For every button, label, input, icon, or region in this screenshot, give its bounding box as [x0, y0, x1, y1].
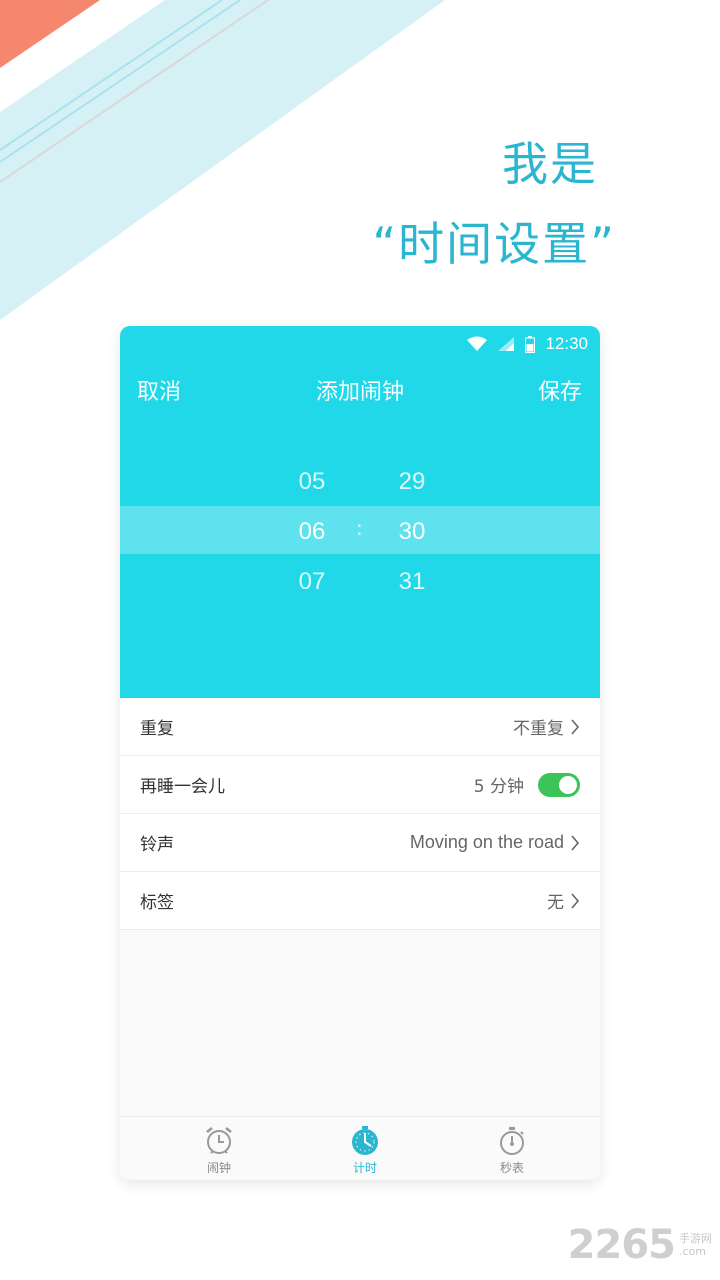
battery-icon: [525, 335, 536, 353]
promo-heading-line2: “时间设置”: [372, 217, 616, 271]
save-button[interactable]: 保存: [538, 374, 582, 406]
tag-value-text: 无: [547, 893, 564, 913]
ringtone-value: Moving on the road: [410, 832, 580, 853]
minute-selected[interactable]: 30: [382, 518, 442, 546]
snooze-value-text: 5 分钟: [473, 777, 524, 797]
signal-icon: [497, 336, 515, 352]
bottom-tab-bar: 闹钟 计时 秒表: [120, 1116, 600, 1180]
watermark-sub: 手游网 .com: [679, 1232, 712, 1258]
tab-alarm-label: 闹钟: [206, 1161, 231, 1175]
minute-option[interactable]: 31: [382, 568, 442, 596]
site-watermark: 2265 手游网 .com: [568, 1222, 712, 1268]
repeat-label: 重复: [140, 719, 174, 739]
phone-screen: 12:30 取消 添加闹钟 保存 05 06 07 : 29 30 31 重复 …: [120, 326, 600, 1180]
alarm-header: 12:30 取消 添加闹钟 保存 05 06 07 : 29 30 31: [120, 326, 600, 698]
status-bar: 12:30: [467, 332, 588, 356]
tab-stopwatch-label: 秒表: [499, 1161, 524, 1175]
wifi-icon: [467, 336, 488, 352]
tab-timer-label: 计时: [352, 1161, 377, 1175]
settings-list: 重复 不重复 再睡一会儿 5 分钟 铃声 Moving on the road …: [120, 698, 600, 930]
hour-option[interactable]: 05: [282, 468, 342, 496]
watermark-sub-bottom: .com: [679, 1245, 706, 1258]
minute-option[interactable]: 29: [382, 468, 442, 496]
promo-heading-line1: 我是: [502, 137, 598, 191]
background-decoration: [0, 0, 445, 320]
alarm-clock-icon: [206, 1127, 232, 1154]
repeat-value: 不重复: [513, 714, 580, 739]
ringtone-row[interactable]: 铃声 Moving on the road: [120, 814, 600, 872]
tab-timer[interactable]: 计时: [325, 1125, 405, 1176]
tag-value: 无: [547, 888, 580, 913]
tag-label: 标签: [140, 893, 174, 913]
status-time: 12:30: [545, 334, 588, 353]
page-title: 添加闹钟: [315, 380, 404, 405]
ringtone-label: 铃声: [140, 835, 174, 855]
hour-selected[interactable]: 06: [282, 518, 342, 546]
label-row[interactable]: 标签 无: [120, 872, 600, 930]
snooze-label: 再睡一会儿: [140, 777, 225, 797]
repeat-value-text: 不重复: [513, 719, 564, 739]
time-separator: :: [356, 516, 363, 540]
watermark-sub-top: 手游网: [679, 1232, 712, 1245]
watermark-number: 2265: [567, 1222, 676, 1268]
hour-option[interactable]: 07: [282, 568, 342, 596]
ringtone-value-text: Moving on the road: [409, 832, 564, 852]
stopwatch-icon: [500, 1127, 524, 1155]
chevron-right-icon: [571, 718, 580, 735]
top-nav: 取消 添加闹钟 保存: [120, 374, 600, 408]
repeat-row[interactable]: 重复 不重复: [120, 698, 600, 756]
time-picker[interactable]: 05 06 07 : 29 30 31: [120, 456, 600, 606]
snooze-value: 5 分钟: [474, 772, 580, 797]
chevron-right-icon: [571, 892, 580, 909]
tab-alarm[interactable]: 闹钟: [179, 1125, 259, 1176]
snooze-toggle[interactable]: [538, 772, 580, 797]
chevron-right-icon: [571, 834, 580, 851]
tab-stopwatch[interactable]: 秒表: [472, 1125, 552, 1176]
timer-icon: [352, 1126, 378, 1155]
toggle-knob: [559, 775, 577, 794]
snooze-row: 再睡一会儿 5 分钟: [120, 756, 600, 814]
